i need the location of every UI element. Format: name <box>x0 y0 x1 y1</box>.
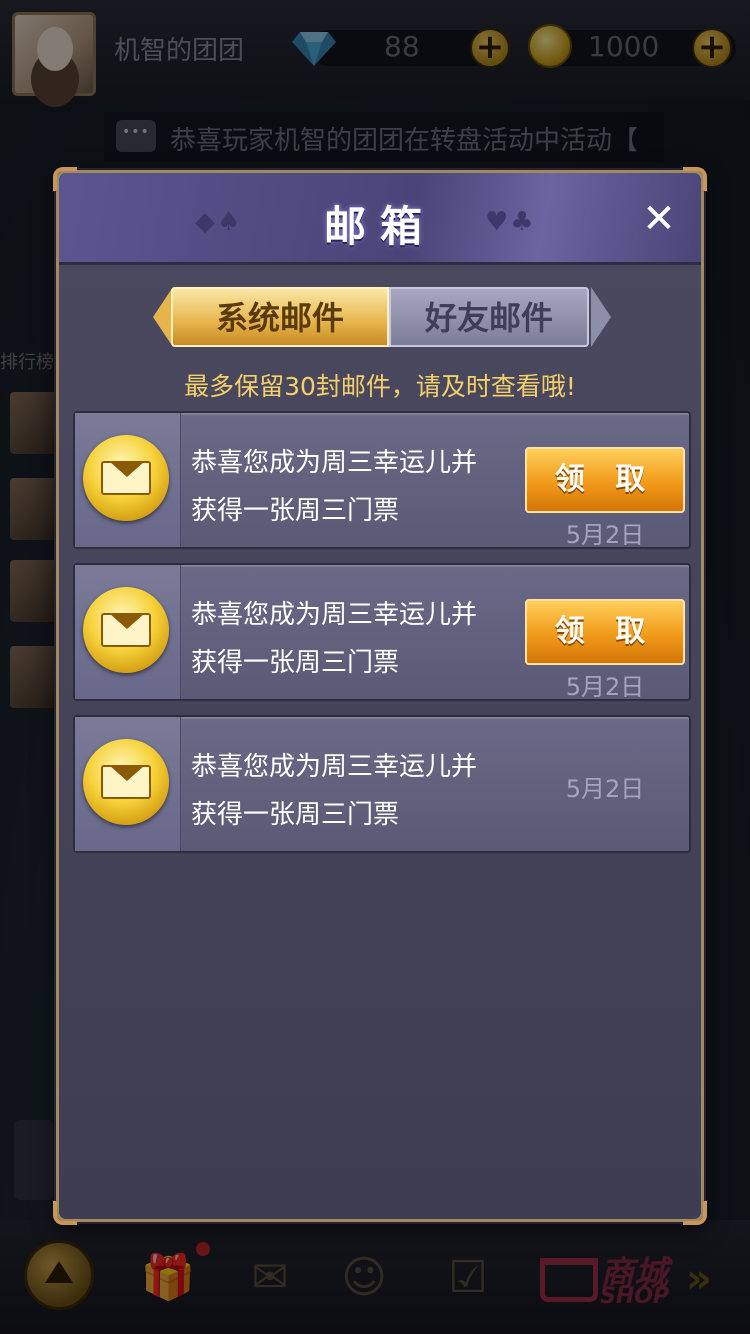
mail-message-line: 获得一张周三门票 <box>191 496 400 526</box>
mail-message: 恭喜您成为周三幸运儿并 获得一张周三门票 <box>191 591 511 687</box>
mail-message-line: 获得一张周三门票 <box>191 648 400 678</box>
mail-date: 5月2日 <box>565 673 645 701</box>
mail-message: 恭喜您成为周三幸运儿并 获得一张周三门票 <box>191 743 511 839</box>
mail-message-line: 恭喜您成为周三幸运儿并 <box>191 448 478 478</box>
mailbox-dialog: ◆♠ ♥♣ 邮箱 ✕ 系统邮件 好友邮件 最多保留30封邮件，请及时查看哦! 恭… <box>53 167 707 1225</box>
tab-system-mail[interactable]: 系统邮件 <box>171 287 389 347</box>
claim-button[interactable]: 领 取 <box>525 447 685 513</box>
dialog-header: ◆♠ ♥♣ 邮箱 ✕ <box>59 173 701 265</box>
frame-corner <box>683 1201 707 1225</box>
mail-message-line: 恭喜您成为周三幸运儿并 <box>191 752 478 782</box>
tab-friend-mail[interactable]: 好友邮件 <box>389 287 589 347</box>
dialog-title: 邮箱 <box>323 202 436 251</box>
tab-arrow-left <box>153 287 173 347</box>
envelope-icon <box>83 587 169 673</box>
mail-item[interactable]: 恭喜您成为周三幸运儿并 获得一张周三门票 领 取 5月2日 <box>73 563 691 701</box>
mail-icon-panel <box>75 565 181 699</box>
envelope-icon <box>83 739 169 825</box>
mail-message: 恭喜您成为周三幸运儿并 获得一张周三门票 <box>191 439 511 535</box>
close-icon[interactable]: ✕ <box>637 197 681 241</box>
mail-message-line: 获得一张周三门票 <box>191 800 400 830</box>
mail-date: 5月2日 <box>565 775 645 803</box>
claim-button[interactable]: 领 取 <box>525 599 685 665</box>
tab-arrow-right <box>591 287 611 347</box>
mail-item[interactable]: 恭喜您成为周三幸运儿并 获得一张周三门票 领 取 5月2日 <box>73 411 691 549</box>
mail-icon-panel <box>75 717 181 851</box>
mail-icon-panel <box>75 413 181 547</box>
frame-corner <box>53 1201 77 1225</box>
mail-date: 5月2日 <box>565 521 645 549</box>
envelope-icon <box>83 435 169 521</box>
mail-message-line: 恭喜您成为周三幸运儿并 <box>191 600 478 630</box>
mail-limit-notice: 最多保留30封邮件，请及时查看哦! <box>184 372 576 401</box>
mail-item[interactable]: 恭喜您成为周三幸运儿并 获得一张周三门票 5月2日 <box>73 715 691 853</box>
